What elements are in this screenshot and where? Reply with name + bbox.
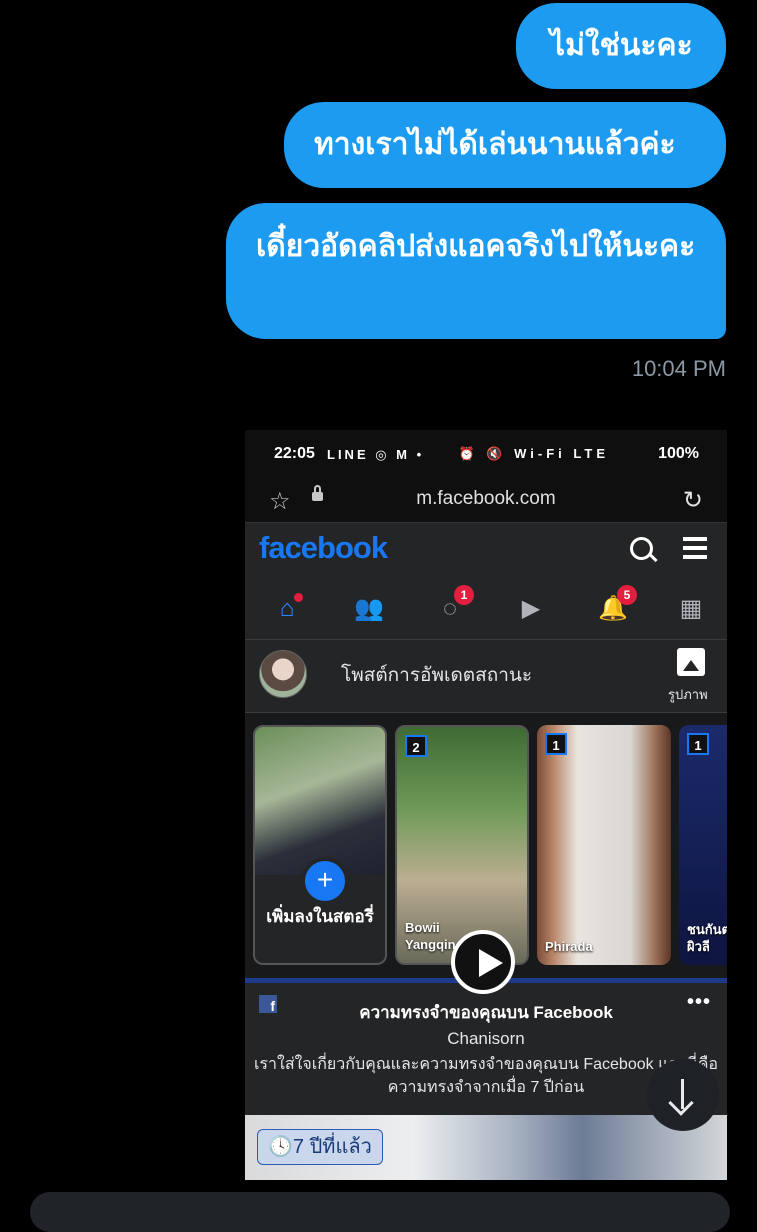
- message-text-3: เดี๋ยวอัดคลิปส่งแอคจริงไปให้นะคะ: [256, 230, 696, 263]
- battery-level: 100%: [658, 445, 699, 462]
- photo-label: รูปภาพ: [668, 687, 708, 702]
- friends-icon: 👥: [354, 595, 384, 622]
- browser-address-bar: ☆ m.facebook.com ↻: [245, 482, 727, 523]
- phone-status-bar: 22:05 LINE ◎ M • ⏰ 🔇 Wi-Fi LTE 100%: [245, 430, 727, 482]
- messenger-icon: ◌ 1: [428, 585, 474, 629]
- add-story-label: เพิ่มลงในสตอรี่: [266, 907, 374, 926]
- story-count: 1: [687, 733, 709, 755]
- message-bubble-3[interactable]: เดี๋ยวอัดคลิปส่งแอคจริงไปให้นะคะ: [226, 203, 726, 339]
- message-bubble-1[interactable]: ไม่ใช่นะคะ: [516, 3, 726, 89]
- story-name: ชนกันต ผิวลี: [687, 922, 727, 954]
- compose-bar[interactable]: [30, 1192, 730, 1232]
- facebook-logo: facebook: [259, 530, 388, 565]
- story-card: 2 Bowii Yangqin: [395, 725, 529, 965]
- message-text-1: ไม่ใช่นะคะ: [550, 29, 693, 62]
- url-text: m.facebook.com: [416, 488, 556, 509]
- reload-icon: ↻: [682, 487, 703, 514]
- more-options-icon: •••: [686, 991, 711, 1013]
- memory-title: ความทรงจำของคุณบน Facebook: [359, 1003, 613, 1022]
- play-button[interactable]: [451, 930, 515, 994]
- search-icon: [630, 537, 653, 560]
- composer-placeholder: โพสต์การอัพเดตสถานะ: [341, 665, 533, 686]
- watch-icon: ▶: [521, 595, 541, 622]
- status-app-icons: LINE ◎ M •: [327, 447, 425, 462]
- story-name: Bowii Yangqin: [405, 920, 456, 952]
- facebook-header: facebook: [245, 523, 727, 581]
- message-timestamp: 10:04 PM: [631, 356, 726, 381]
- story-name: Phirada: [545, 939, 593, 954]
- scroll-down-button[interactable]: [647, 1059, 719, 1131]
- notifications-icon: 🔔 5: [591, 585, 637, 629]
- home-icon: ⌂: [265, 589, 309, 629]
- plus-icon: +: [301, 857, 349, 905]
- marketplace-icon: ▦: [679, 595, 703, 622]
- message-bubble-2[interactable]: ทางเราไม่ได้เล่นนานแล้วค่ะ: [284, 102, 726, 188]
- status-composer: โพสต์การอัพเดตสถานะ รูปภาพ: [245, 640, 727, 713]
- years-ago-badge: 🕓7 ปีที่แล้ว: [257, 1129, 383, 1165]
- facebook-nav-bar: ⌂ 👥 ◌ 1 ▶ 🔔 5 ▦: [245, 581, 727, 640]
- story-count: 1: [545, 733, 567, 755]
- message-text-2: ทางเราไม่ได้เล่นนานแล้วค่ะ: [314, 128, 676, 161]
- messenger-badge: 1: [454, 585, 474, 605]
- add-story-card: + เพิ่มลงในสตอรี่: [253, 725, 387, 965]
- memory-image: 🕓7 ปีที่แล้ว: [245, 1115, 727, 1180]
- status-time: 22:05: [274, 445, 315, 462]
- avatar: [259, 650, 307, 698]
- notifications-badge: 5: [617, 585, 637, 605]
- screenshot-attachment[interactable]: 22:05 LINE ◎ M • ⏰ 🔇 Wi-Fi LTE 100% ☆ m.…: [245, 430, 727, 1180]
- status-system-icons: ⏰ 🔇 Wi-Fi LTE: [458, 446, 609, 461]
- story-thumbnail: [255, 727, 385, 875]
- story-card: 1 Phirada: [537, 725, 671, 965]
- story-count: 2: [405, 735, 427, 757]
- memory-name: Chanisorn: [447, 1029, 525, 1048]
- hamburger-menu-icon: [683, 537, 707, 541]
- story-card: 1 ชนกันต ผิวลี: [679, 725, 727, 965]
- photo-icon: [677, 648, 705, 676]
